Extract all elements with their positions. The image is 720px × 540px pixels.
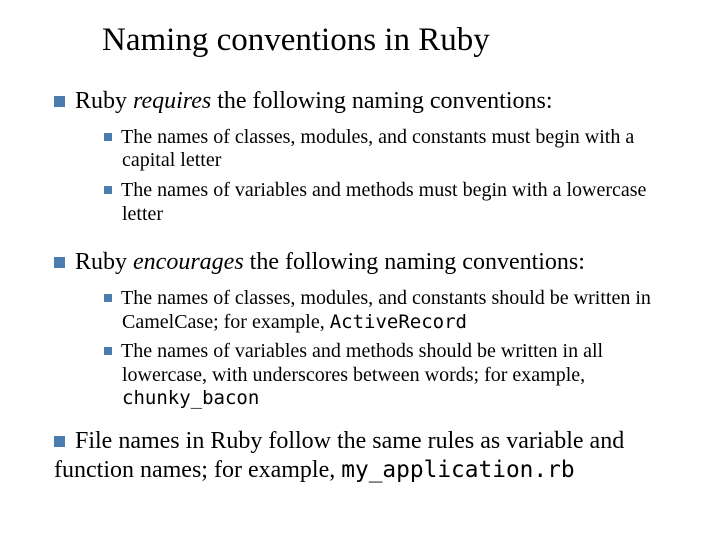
text-emph: encourages bbox=[133, 249, 244, 275]
square-bullet-icon bbox=[54, 436, 65, 447]
sub-bullet-item: The names of classes, modules, and const… bbox=[104, 126, 688, 173]
text-tail: the following naming conventions: bbox=[211, 88, 552, 114]
square-bullet-icon bbox=[54, 257, 65, 268]
bullet-item-2: Ruby encourages the following naming con… bbox=[54, 248, 688, 277]
square-bullet-icon bbox=[104, 294, 112, 302]
code-text: ActiveRecord bbox=[330, 311, 467, 333]
text-lead: Ruby bbox=[75, 249, 133, 275]
text-emph: requires bbox=[133, 88, 211, 114]
code-text: chunky_bacon bbox=[122, 387, 259, 409]
sub-bullet-item: The names of variables and methods shoul… bbox=[104, 340, 688, 411]
sub-text-pre: The names of variables and methods shoul… bbox=[121, 340, 603, 386]
sub-bullet-item: The names of classes, modules, and const… bbox=[104, 287, 688, 334]
square-bullet-icon bbox=[54, 96, 65, 107]
sub-text: The names of variables and methods must … bbox=[121, 179, 646, 225]
square-bullet-icon bbox=[104, 186, 112, 194]
sub-bullet-item: The names of variables and methods must … bbox=[104, 179, 688, 226]
square-bullet-icon bbox=[104, 133, 112, 141]
text-lead: Ruby bbox=[75, 88, 133, 114]
text-tail: the following naming conventions: bbox=[244, 249, 585, 275]
code-text: my_application.rb bbox=[341, 457, 574, 483]
sub-text: The names of classes, modules, and const… bbox=[121, 126, 634, 172]
bullet-item-3: File names in Ruby follow the same rules… bbox=[54, 427, 688, 485]
slide-title: Naming conventions in Ruby bbox=[32, 22, 688, 59]
bullet-item-1: Ruby requires the following naming conve… bbox=[54, 87, 688, 116]
square-bullet-icon bbox=[104, 347, 112, 355]
